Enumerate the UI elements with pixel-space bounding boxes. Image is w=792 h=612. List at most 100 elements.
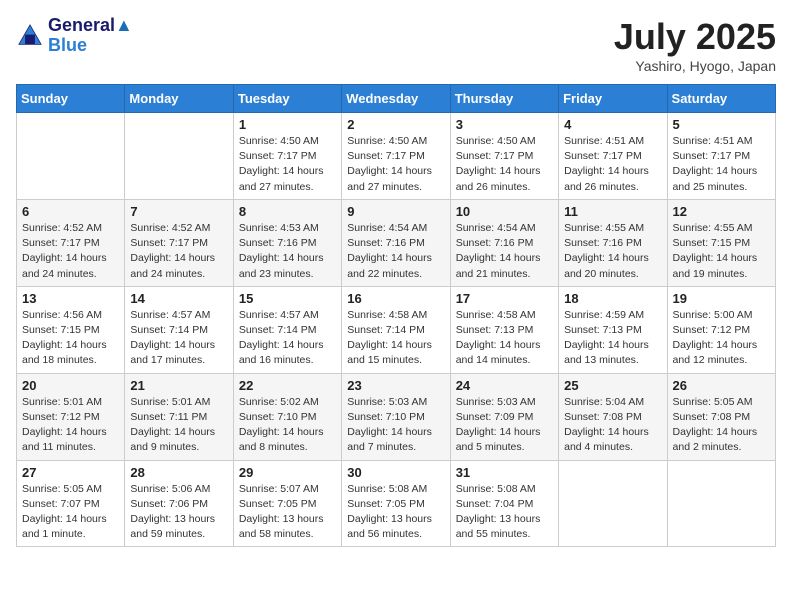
calendar-cell: 8Sunrise: 4:53 AM Sunset: 7:16 PM Daylig… <box>233 199 341 286</box>
day-info: Sunrise: 5:08 AM Sunset: 7:05 PM Dayligh… <box>347 482 444 543</box>
day-number: 2 <box>347 117 444 132</box>
calendar-cell <box>559 460 667 547</box>
day-number: 29 <box>239 465 336 480</box>
calendar-cell: 17Sunrise: 4:58 AM Sunset: 7:13 PM Dayli… <box>450 286 558 373</box>
logo-text: General▲ Blue <box>48 16 133 56</box>
calendar-header-row: SundayMondayTuesdayWednesdayThursdayFrid… <box>17 85 776 113</box>
day-info: Sunrise: 4:54 AM Sunset: 7:16 PM Dayligh… <box>347 221 444 282</box>
day-number: 21 <box>130 378 227 393</box>
day-number: 7 <box>130 204 227 219</box>
calendar-table: SundayMondayTuesdayWednesdayThursdayFrid… <box>16 84 776 547</box>
day-info: Sunrise: 4:50 AM Sunset: 7:17 PM Dayligh… <box>347 134 444 195</box>
calendar-cell: 24 Sunrise: 5:03 AM Sunset: 7:09 PM Dayli… <box>450 373 558 460</box>
day-number: 1 <box>239 117 336 132</box>
day-of-week-header: Tuesday <box>233 85 341 113</box>
location: Yashiro, Hyogo, Japan <box>614 58 776 74</box>
calendar-cell: 23Sunrise: 5:03 AM Sunset: 7:10 PM Dayli… <box>342 373 450 460</box>
day-info: Sunrise: 4:55 AM Sunset: 7:16 PM Dayligh… <box>564 221 661 282</box>
calendar-cell: 9 Sunrise: 4:54 AM Sunset: 7:16 PM Daylig… <box>342 199 450 286</box>
calendar-cell: 6Sunrise: 4:52 AM Sunset: 7:17 PM Daylig… <box>17 199 125 286</box>
day-info: Sunrise: 5:05 AM Sunset: 7:07 PM Dayligh… <box>22 482 119 543</box>
day-number: 28 <box>130 465 227 480</box>
calendar-cell: 25 Sunrise: 5:04 AM Sunset: 7:08 PM Dayli… <box>559 373 667 460</box>
calendar-cell: 19Sunrise: 5:00 AM Sunset: 7:12 PM Dayli… <box>667 286 775 373</box>
calendar-cell: 22 Sunrise: 5:02 AM Sunset: 7:10 PM Dayli… <box>233 373 341 460</box>
day-info: Sunrise: 4:50 AM Sunset: 7:17 PM Dayligh… <box>239 134 336 195</box>
day-number: 14 <box>130 291 227 306</box>
day-number: 31 <box>456 465 553 480</box>
calendar-cell: 20 Sunrise: 5:01 AM Sunset: 7:12 PM Dayli… <box>17 373 125 460</box>
day-number: 20 <box>22 378 119 393</box>
day-of-week-header: Sunday <box>17 85 125 113</box>
day-info: Sunrise: 4:56 AM Sunset: 7:15 PM Dayligh… <box>22 308 119 369</box>
day-info: Sunrise: 5:02 AM Sunset: 7:10 PM Dayligh… <box>239 395 336 456</box>
calendar-cell: 7 Sunrise: 4:52 AM Sunset: 7:17 PM Daylig… <box>125 199 233 286</box>
calendar-cell: 5 Sunrise: 4:51 AM Sunset: 7:17 PM Daylig… <box>667 113 775 200</box>
calendar-cell: 4 Sunrise: 4:51 AM Sunset: 7:17 PM Daylig… <box>559 113 667 200</box>
calendar-cell: 2 Sunrise: 4:50 AM Sunset: 7:17 PM Daylig… <box>342 113 450 200</box>
day-info: Sunrise: 4:50 AM Sunset: 7:17 PM Dayligh… <box>456 134 553 195</box>
day-info: Sunrise: 5:03 AM Sunset: 7:09 PM Dayligh… <box>456 395 553 456</box>
day-info: Sunrise: 4:59 AM Sunset: 7:13 PM Dayligh… <box>564 308 661 369</box>
day-of-week-header: Saturday <box>667 85 775 113</box>
day-number: 3 <box>456 117 553 132</box>
day-info: Sunrise: 4:57 AM Sunset: 7:14 PM Dayligh… <box>239 308 336 369</box>
day-number: 22 <box>239 378 336 393</box>
calendar-week-row: 27 Sunrise: 5:05 AM Sunset: 7:07 PM Dayli… <box>17 460 776 547</box>
calendar-cell: 13 Sunrise: 4:56 AM Sunset: 7:15 PM Dayli… <box>17 286 125 373</box>
calendar-cell: 14 Sunrise: 4:57 AM Sunset: 7:14 PM Dayli… <box>125 286 233 373</box>
day-number: 16 <box>347 291 444 306</box>
logo-icon <box>16 22 44 50</box>
calendar-cell: 1 Sunrise: 4:50 AM Sunset: 7:17 PM Daylig… <box>233 113 341 200</box>
day-number: 13 <box>22 291 119 306</box>
calendar-cell: 3 Sunrise: 4:50 AM Sunset: 7:17 PM Daylig… <box>450 113 558 200</box>
day-of-week-header: Friday <box>559 85 667 113</box>
day-info: Sunrise: 4:57 AM Sunset: 7:14 PM Dayligh… <box>130 308 227 369</box>
day-info: Sunrise: 4:51 AM Sunset: 7:17 PM Dayligh… <box>673 134 770 195</box>
calendar-week-row: 6 Sunrise: 4:52 AM Sunset: 7:17 PM Daylig… <box>17 199 776 286</box>
page-header: General▲ Blue July 2025 Yashiro, Hyogo, … <box>16 16 776 74</box>
day-number: 30 <box>347 465 444 480</box>
calendar-week-row: 20 Sunrise: 5:01 AM Sunset: 7:12 PM Dayli… <box>17 373 776 460</box>
day-info: Sunrise: 4:52 AM Sunset: 7:17 PM Dayligh… <box>130 221 227 282</box>
title-block: July 2025 Yashiro, Hyogo, Japan <box>614 16 776 74</box>
calendar-cell <box>17 113 125 200</box>
day-info: Sunrise: 5:01 AM Sunset: 7:12 PM Dayligh… <box>22 395 119 456</box>
day-number: 17 <box>456 291 553 306</box>
day-of-week-header: Monday <box>125 85 233 113</box>
day-of-week-header: Thursday <box>450 85 558 113</box>
day-number: 18 <box>564 291 661 306</box>
day-info: Sunrise: 5:05 AM Sunset: 7:08 PM Dayligh… <box>673 395 770 456</box>
calendar-cell: 27 Sunrise: 5:05 AM Sunset: 7:07 PM Dayli… <box>17 460 125 547</box>
day-number: 25 <box>564 378 661 393</box>
calendar-cell: 12Sunrise: 4:55 AM Sunset: 7:15 PM Dayli… <box>667 199 775 286</box>
calendar-cell: 29Sunrise: 5:07 AM Sunset: 7:05 PM Dayli… <box>233 460 341 547</box>
day-info: Sunrise: 4:51 AM Sunset: 7:17 PM Dayligh… <box>564 134 661 195</box>
day-number: 15 <box>239 291 336 306</box>
day-number: 24 <box>456 378 553 393</box>
day-number: 8 <box>239 204 336 219</box>
day-info: Sunrise: 5:06 AM Sunset: 7:06 PM Dayligh… <box>130 482 227 543</box>
calendar-cell: 28 Sunrise: 5:06 AM Sunset: 7:06 PM Dayli… <box>125 460 233 547</box>
day-number: 9 <box>347 204 444 219</box>
day-number: 12 <box>673 204 770 219</box>
calendar-cell: 15 Sunrise: 4:57 AM Sunset: 7:14 PM Dayli… <box>233 286 341 373</box>
day-number: 4 <box>564 117 661 132</box>
day-number: 27 <box>22 465 119 480</box>
calendar-cell: 10Sunrise: 4:54 AM Sunset: 7:16 PM Dayli… <box>450 199 558 286</box>
calendar-cell: 18 Sunrise: 4:59 AM Sunset: 7:13 PM Dayli… <box>559 286 667 373</box>
day-number: 6 <box>22 204 119 219</box>
calendar-cell: 21Sunrise: 5:01 AM Sunset: 7:11 PM Dayli… <box>125 373 233 460</box>
calendar-week-row: 13 Sunrise: 4:56 AM Sunset: 7:15 PM Dayli… <box>17 286 776 373</box>
calendar-cell: 11Sunrise: 4:55 AM Sunset: 7:16 PM Dayli… <box>559 199 667 286</box>
day-number: 10 <box>456 204 553 219</box>
day-info: Sunrise: 5:04 AM Sunset: 7:08 PM Dayligh… <box>564 395 661 456</box>
calendar-cell: 26 Sunrise: 5:05 AM Sunset: 7:08 PM Dayli… <box>667 373 775 460</box>
calendar-cell: 31Sunrise: 5:08 AM Sunset: 7:04 PM Dayli… <box>450 460 558 547</box>
calendar-cell: 16 Sunrise: 4:58 AM Sunset: 7:14 PM Dayli… <box>342 286 450 373</box>
day-info: Sunrise: 4:58 AM Sunset: 7:14 PM Dayligh… <box>347 308 444 369</box>
day-info: Sunrise: 5:00 AM Sunset: 7:12 PM Dayligh… <box>673 308 770 369</box>
day-number: 26 <box>673 378 770 393</box>
day-number: 5 <box>673 117 770 132</box>
logo: General▲ Blue <box>16 16 133 56</box>
